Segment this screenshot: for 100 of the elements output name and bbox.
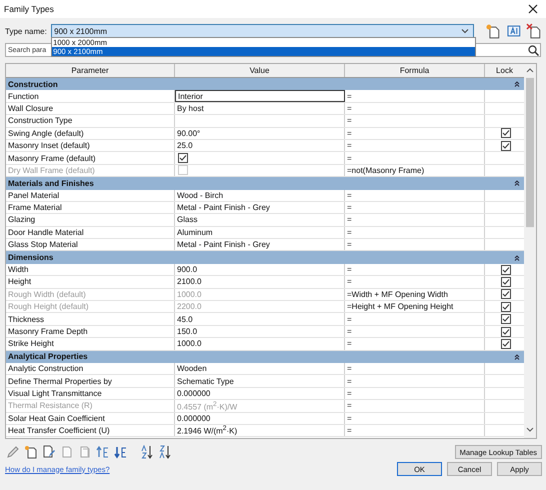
column-header[interactable]: Lock [485, 64, 524, 77]
table-cell: Dry Wall Frame (default) [6, 164, 175, 176]
group-header[interactable]: Materials and Finishes [6, 177, 524, 190]
rename-icon[interactable] [506, 23, 522, 39]
table-cell: = [345, 190, 485, 201]
type-name-label: Type name: [5, 26, 48, 36]
collapse-icon[interactable] [514, 81, 520, 88]
table-cell: 45.0 [175, 313, 345, 325]
table-cell: 90.00° [175, 128, 345, 139]
table-cell: 0.000000 [175, 412, 345, 424]
table-cell: Heat Transfer Coefficient (U) [6, 424, 175, 436]
collapse-icon[interactable] [514, 354, 520, 360]
table-cell: Metal - Paint Finish - Grey [175, 202, 345, 214]
table-cell: Analytic Construction [6, 362, 175, 374]
table-cell: Solar Heat Gain Coefficient [6, 412, 175, 424]
table-cell: Rough Height (default) [6, 301, 175, 312]
table-cell: = [345, 102, 485, 114]
table-cell: = [345, 313, 485, 325]
delete-document-icon[interactable] [526, 23, 542, 39]
table-cell: = [345, 264, 485, 276]
table-cell: Height [6, 276, 175, 288]
edit-document-icon[interactable] [42, 445, 56, 459]
sort-descending-icon[interactable] [158, 445, 172, 459]
group-header[interactable]: Dimensions [6, 251, 524, 264]
table-cell: = [345, 214, 485, 226]
table-cell: = [345, 90, 485, 102]
table-cell: = [345, 424, 485, 436]
table-cell: = [345, 326, 485, 338]
type-name-dropdown[interactable]: 900 x 2100mm [51, 24, 474, 38]
lock-checkbox[interactable] [500, 128, 510, 138]
table-cell: 0.4557 (m$^{2}$·K)/W [175, 400, 345, 412]
new-parameter-icon[interactable] [24, 445, 38, 459]
table-cell: = [345, 400, 485, 412]
pencil-icon[interactable] [6, 445, 20, 459]
table-cell: 150.0 [175, 326, 345, 338]
lock-checkbox[interactable] [500, 314, 510, 324]
table-cell: = [345, 226, 485, 238]
table-cell: Frame Material [6, 202, 175, 214]
table-cell: Aluminum [175, 226, 345, 238]
table-cell: Masonry Frame (default) [6, 152, 175, 164]
table-cell: Wall Closure [6, 102, 175, 114]
table-cell: Strike Height [6, 338, 175, 350]
table-cell: Swing Angle (default) [6, 128, 175, 139]
table-cell: Thickness [6, 313, 175, 325]
group-header[interactable]: Construction [6, 78, 524, 90]
collapse-icon[interactable] [514, 254, 520, 261]
table-cell: = [345, 140, 485, 152]
new-document-icon[interactable] [484, 23, 501, 39]
column-header[interactable]: Formula [345, 64, 485, 77]
table-cell: Masonry Inset (default) [6, 140, 175, 152]
column-header[interactable]: Value [175, 64, 345, 77]
column-header[interactable]: Parameter [6, 64, 175, 77]
lock-checkbox[interactable] [500, 326, 510, 336]
table-cell: Wooden [175, 362, 345, 374]
value-field[interactable]: Interior [175, 90, 345, 102]
move-down-icon[interactable] [114, 445, 128, 459]
table-cell: =Width + MF Opening Width [345, 288, 485, 300]
table-cell: = [345, 412, 485, 424]
move-up-icon[interactable] [96, 445, 110, 459]
table-cell: 2.1946 W/(m$^{2}$·K) [175, 424, 345, 436]
table-cell: Panel Material [6, 190, 175, 201]
table-cell: =not(Masonry Frame) [345, 164, 485, 176]
table-cell: Glass Stop Material [6, 239, 175, 250]
table-cell: Rough Width (default) [6, 288, 175, 300]
table-cell: Define Thermal Properties by [6, 375, 175, 387]
lock-checkbox[interactable] [500, 140, 510, 151]
lock-checkbox[interactable] [500, 338, 510, 349]
table-cell: = [345, 239, 485, 250]
table-cell: Thermal Resistance (R) [6, 400, 175, 412]
lock-checkbox[interactable] [500, 264, 510, 275]
table-cell: = [345, 152, 485, 164]
table-cell: Glass [175, 214, 345, 226]
table-cell: Metal - Paint Finish - Grey [175, 239, 345, 250]
close-icon[interactable] [528, 4, 538, 14]
table-cell: Construction Type [6, 115, 175, 127]
sort-ascending-icon[interactable] [140, 445, 154, 459]
collapse-icon[interactable] [514, 180, 520, 186]
table-cell: 1000.0 [175, 338, 345, 350]
table-cell: = [345, 388, 485, 400]
table-cell: Door Handle Material [6, 226, 175, 238]
table-cell: =Height + MF Opening Height [345, 301, 485, 312]
group-header[interactable]: Analytical Properties [6, 350, 524, 363]
table-cell: 1000.0 [175, 288, 345, 300]
table-cell: Glazing [6, 214, 175, 226]
table-cell: = [345, 128, 485, 139]
search-icon [528, 44, 539, 56]
table-cell: Masonry Frame Depth [6, 326, 175, 338]
table-cell: = [345, 338, 485, 350]
chevron-down-icon [460, 28, 469, 34]
table-cell: 900.0 [175, 264, 345, 276]
table-cell: = [345, 202, 485, 214]
lock-checkbox[interactable] [500, 276, 510, 287]
table-cell: = [345, 375, 485, 387]
table-cell: = [345, 362, 485, 374]
checkbox[interactable] [178, 153, 188, 164]
table-cell: Width [6, 264, 175, 276]
table-cell: 25.0 [175, 140, 345, 152]
table-cell: 0.000000 [175, 388, 345, 400]
table-cell: Function [6, 90, 175, 102]
window-title: Family Types [4, 4, 54, 14]
